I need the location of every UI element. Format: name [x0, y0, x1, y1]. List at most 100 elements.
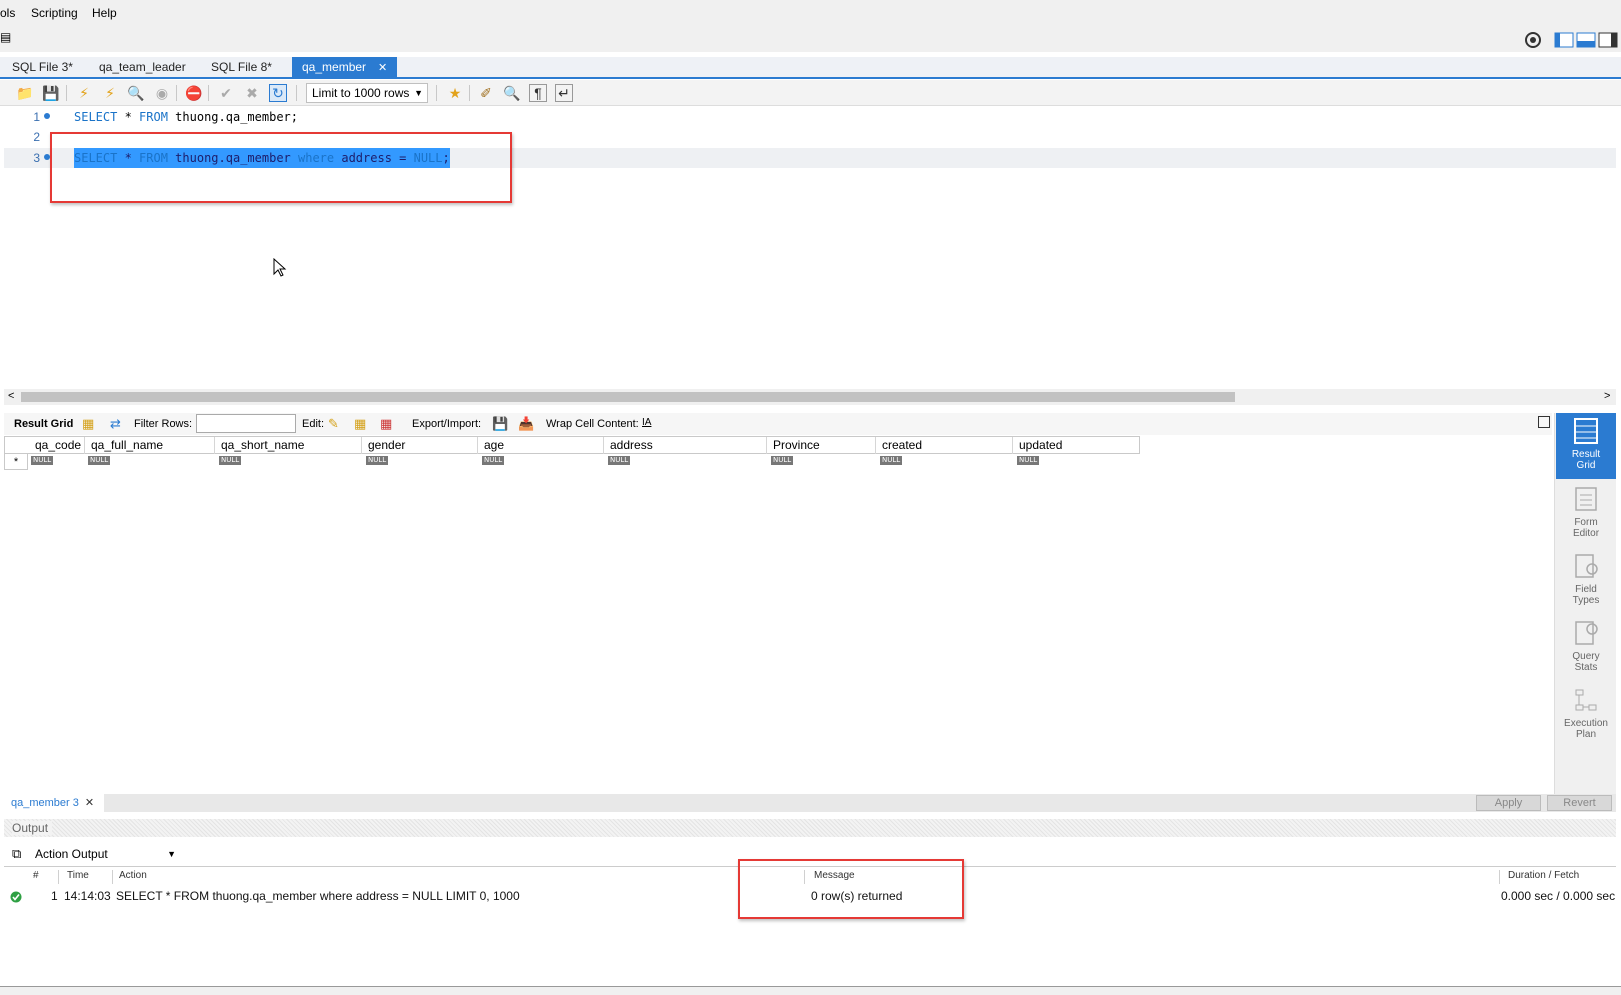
grid-view-icon[interactable]: ▦ [82, 416, 94, 432]
editor-tab-bar: SQL File 3* qa_team_leader SQL File 8* q… [0, 57, 1621, 79]
result-tab-qa-member-3[interactable]: qa_member 3 ✕ [4, 794, 104, 812]
toggle-output-icon[interactable] [1576, 31, 1596, 49]
col-duration: Duration / Fetch [1508, 870, 1580, 881]
null-cell[interactable]: NULL [88, 456, 111, 465]
side-field-types[interactable]: Field Types [1556, 548, 1616, 614]
column-header[interactable]: gender [363, 437, 478, 454]
commit-icon[interactable]: ✔ [217, 84, 235, 102]
menu-help[interactable]: Help [92, 6, 117, 20]
null-cell[interactable]: NULL [31, 456, 54, 465]
side-execution-plan[interactable]: Execution Plan [1556, 682, 1616, 748]
tab-sql-file-8[interactable]: SQL File 8* [201, 57, 282, 77]
save-icon[interactable]: 💾 [42, 84, 60, 102]
sql-editor-toolbar: 📁 💾 ⚡ ⚡ 🔍 ◉ ⛔ ✔ ✖ ↻ Limit to 1000 rows ▼ … [0, 80, 1621, 106]
column-header[interactable]: age [479, 437, 604, 454]
revert-button[interactable]: Revert [1547, 795, 1612, 811]
result-grid-label: Result Grid [14, 418, 74, 430]
side-query-stats[interactable]: Query Stats [1556, 615, 1616, 681]
beautify-broom-icon[interactable]: ✐ [477, 84, 495, 102]
rollback-icon[interactable]: ✖ [243, 84, 261, 102]
output-type-select[interactable]: Action Output ▼ [30, 845, 180, 863]
scroll-left-icon[interactable]: < [8, 390, 14, 402]
chevron-down-icon: ▼ [414, 88, 423, 98]
filter-rows-label: Filter Rows: [134, 418, 193, 430]
invisible-chars-icon[interactable]: ¶ [529, 84, 547, 102]
result-grid-icon [1574, 418, 1598, 444]
tab-qa-team-leader[interactable]: qa_team_leader [89, 57, 196, 77]
column-header[interactable]: updated [1014, 437, 1140, 454]
column-header[interactable]: created [877, 437, 1013, 454]
autocommit-toggle-icon[interactable]: ↻ [269, 84, 287, 102]
result-side-panel: Result Grid Form Editor Field Types Query St… [1554, 413, 1616, 794]
execution-plan-icon [1575, 689, 1597, 711]
close-result-tab-icon[interactable]: ✕ [85, 797, 94, 809]
open-file-icon[interactable]: 📁 [16, 84, 34, 102]
sql-icon[interactable]: ▤ [0, 30, 11, 44]
column-header[interactable]: qa_short_name [216, 437, 362, 454]
filter-rows-input[interactable] [196, 414, 296, 433]
menu-tools[interactable]: ols [0, 6, 15, 20]
tab-qa-member[interactable]: qa_member ✕ [292, 57, 398, 77]
column-header[interactable]: qa_code [30, 437, 85, 454]
new-row-marker[interactable]: * [4, 454, 28, 470]
refresh-icon[interactable]: ⇄ [110, 416, 121, 432]
scrollbar-thumb[interactable] [21, 392, 1235, 402]
success-check-icon [10, 891, 22, 903]
result-grid-toolbar: Result Grid ▦ ⇄ Filter Rows: Edit: ✎ ▦ ▦… [4, 413, 1552, 435]
settings-gear-icon[interactable] [1524, 31, 1542, 49]
limit-rows-select[interactable]: Limit to 1000 rows ▼ [306, 83, 428, 103]
chevron-down-icon: ▼ [167, 849, 176, 859]
main-toolbar: ▤ [0, 26, 1621, 52]
null-cell[interactable]: NULL [1017, 456, 1040, 465]
tab-sql-file-3[interactable]: SQL File 3* [2, 57, 83, 77]
toggle-result-panel-icon[interactable] [1538, 416, 1550, 428]
output-row-time: 14:14:03 [64, 889, 111, 903]
editor-horizontal-scrollbar[interactable]: < > [4, 389, 1616, 405]
column-header[interactable]: address [605, 437, 767, 454]
apply-button[interactable]: Apply [1476, 795, 1541, 811]
output-row-duration: 0.000 sec / 0.000 sec [1501, 889, 1616, 903]
execute-current-statement-icon[interactable]: ⚡ [101, 84, 119, 102]
insert-row-icon[interactable]: ▦ [354, 416, 366, 432]
null-cell[interactable]: NULL [219, 456, 242, 465]
explain-magnifier-icon[interactable]: 🔍 [127, 84, 145, 102]
find-icon[interactable]: 🔍 [503, 84, 521, 102]
word-wrap-icon[interactable]: ↵ [555, 84, 573, 102]
query-highlight-box [50, 132, 512, 203]
editor-line-1: 1 SELECT * FROM thuong.qa_member; [33, 110, 298, 124]
output-panel-header: Output [4, 819, 1616, 837]
close-tab-icon[interactable]: ✕ [378, 62, 387, 74]
stop-icon[interactable]: ◉ [153, 84, 171, 102]
output-row-action: SELECT * FROM thuong.qa_member where add… [116, 889, 520, 903]
add-snippet-star-icon[interactable]: ★ [446, 84, 464, 102]
side-result-grid[interactable]: Result Grid [1556, 413, 1616, 479]
null-cell[interactable]: NULL [608, 456, 631, 465]
grid-header: qa_code qa_full_name qa_short_name gende… [4, 436, 1140, 454]
menu-bar: ols Scripting Help [0, 0, 1621, 26]
side-form-editor[interactable]: Form Editor [1556, 481, 1616, 547]
column-header[interactable]: qa_full_name [86, 437, 215, 454]
column-header[interactable]: Province [768, 437, 876, 454]
menu-scripting[interactable]: Scripting [31, 6, 78, 20]
execute-lightning-icon[interactable]: ⚡ [75, 84, 93, 102]
result-tab-bar: qa_member 3 ✕ Apply Revert [4, 794, 1616, 812]
toggle-sidebar-icon[interactable] [1554, 31, 1574, 49]
toggle-stop-on-error-icon[interactable]: ⛔ [185, 84, 203, 102]
null-cell[interactable]: NULL [771, 456, 794, 465]
col-action: Action [115, 870, 805, 884]
status-bar [0, 986, 1621, 995]
edit-label: Edit: [302, 418, 325, 430]
null-cell[interactable]: NULL [880, 456, 903, 465]
export-icon[interactable]: 💾 [492, 416, 508, 432]
scroll-right-icon[interactable]: > [1604, 390, 1610, 402]
edit-row-icon[interactable]: ✎ [328, 416, 339, 432]
null-cell[interactable]: NULL [482, 456, 505, 465]
wrap-cell-icon[interactable]: IA [642, 417, 651, 428]
import-icon[interactable]: 📥 [518, 416, 534, 432]
output-row-num: 1 [51, 889, 58, 903]
copy-output-icon[interactable]: ⧉ [12, 846, 21, 862]
null-cell[interactable]: NULL [366, 456, 389, 465]
delete-row-icon[interactable]: ▦ [380, 416, 392, 432]
toggle-secondary-sidebar-icon[interactable] [1598, 31, 1618, 49]
export-import-label: Export/Import: [412, 418, 482, 430]
